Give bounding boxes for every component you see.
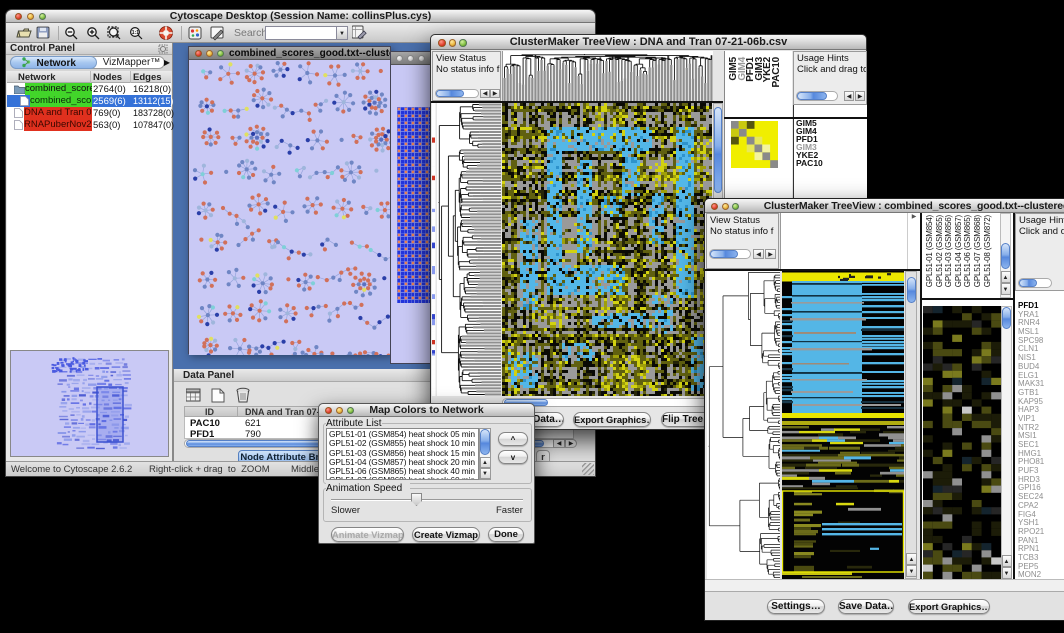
svg-text:1:1: 1:1	[132, 30, 139, 36]
